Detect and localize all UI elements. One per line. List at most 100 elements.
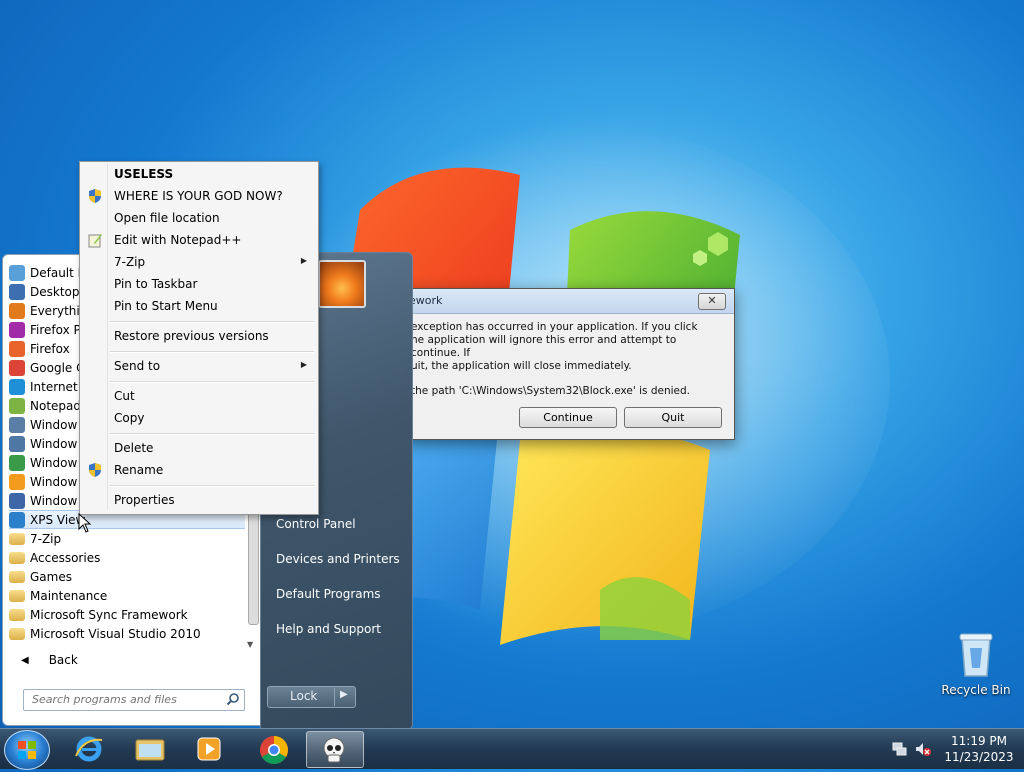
- menu-separator: [110, 351, 314, 353]
- windows-media-player-icon: [9, 473, 25, 490]
- menu-item-label: Copy: [114, 411, 145, 425]
- menu-item-label: Properties: [114, 493, 175, 507]
- taskbar-windows-explorer[interactable]: [122, 731, 178, 766]
- menu-item-label: Pin to Taskbar: [114, 277, 198, 291]
- network-icon[interactable]: [892, 741, 908, 757]
- lock-button[interactable]: Lock ▶: [267, 686, 356, 708]
- dialog-message-line: he application will ignore this error an…: [411, 334, 677, 359]
- menu-item-copy[interactable]: Copy: [82, 407, 315, 429]
- menu-item-cut[interactable]: Cut: [82, 385, 315, 407]
- program-label: Google C: [30, 360, 85, 375]
- menu-item-edit-notepad[interactable]: Edit with Notepad++: [82, 229, 315, 251]
- firefox-profile-icon: [9, 321, 25, 338]
- program-list-item[interactable]: 7-Zip: [9, 529, 245, 548]
- xps-viewer-icon: [9, 511, 25, 528]
- desktop-gadget-icon: [9, 283, 25, 300]
- menu-item-delete[interactable]: Delete: [82, 437, 315, 459]
- dialog-message-line: the path 'C:\Windows\System32\Block.exe'…: [411, 385, 691, 397]
- menu-item-send-to[interactable]: Send to ▶: [82, 355, 315, 377]
- program-label: Default P: [30, 265, 85, 280]
- taskbar-internet-explorer[interactable]: [62, 731, 118, 766]
- search-input[interactable]: [24, 690, 222, 708]
- menu-item-god[interactable]: WHERE IS YOUR GOD NOW?: [82, 185, 315, 207]
- program-list-item[interactable]: Accessories: [9, 548, 245, 567]
- notepad-plus-plus-icon: [88, 234, 102, 248]
- mouse-cursor-icon: [78, 513, 92, 533]
- menu-item-label: Delete: [114, 441, 154, 455]
- menu-item-pin-start[interactable]: Pin to Start Menu: [82, 295, 315, 317]
- clock[interactable]: 11:19 PM 11/23/2023: [936, 733, 1022, 765]
- uac-shield-icon: [89, 189, 101, 203]
- menu-item-restore-versions[interactable]: Restore previous versions: [82, 325, 315, 347]
- program-list-item[interactable]: Maintenance: [9, 586, 245, 605]
- program-label: Firefox: [30, 341, 70, 356]
- program-label: Window: [30, 455, 78, 470]
- program-label: Window: [30, 493, 78, 508]
- taskbar-media-player[interactable]: [182, 731, 238, 766]
- continue-button[interactable]: Continue: [519, 407, 617, 428]
- menu-item-pin-taskbar[interactable]: Pin to Taskbar: [82, 273, 315, 295]
- menu-item-label: USELESS: [114, 167, 174, 181]
- menu-item-7zip[interactable]: 7-Zip ▶: [82, 251, 315, 273]
- start-button[interactable]: [4, 730, 50, 770]
- menu-separator: [110, 321, 314, 323]
- program-label: Accessories: [30, 550, 101, 565]
- system-tray: 11:19 PM 11/23/2023: [884, 729, 1024, 769]
- program-list-item[interactable]: Microsoft Sync Framework: [9, 605, 245, 624]
- dialog-close-button[interactable]: ✕: [698, 293, 726, 310]
- recycle-bin[interactable]: Recycle Bin: [940, 630, 1012, 697]
- program-label: Maintenance: [30, 588, 108, 603]
- folder-icon: [9, 570, 25, 583]
- menu-separator: [110, 433, 314, 435]
- menu-item-label: Rename: [114, 463, 164, 477]
- folder-icon: [9, 608, 25, 621]
- folder-icon: [9, 551, 25, 564]
- recycle-bin-icon: [959, 633, 993, 677]
- taskbar-chrome[interactable]: [246, 731, 302, 766]
- program-label: Window: [30, 474, 78, 489]
- close-icon: ✕: [707, 294, 717, 307]
- volume-muted-icon[interactable]: [914, 741, 932, 757]
- uac-shield-icon: [89, 463, 101, 477]
- dialog-message-line: exception has occurred in your applicati…: [411, 321, 698, 333]
- media-player-icon: [197, 737, 221, 761]
- back-button[interactable]: ◀ Back: [21, 653, 78, 667]
- program-label: Microsoft Visual Studio 2010: [30, 626, 201, 641]
- menu-item-rename[interactable]: Rename: [82, 459, 315, 481]
- firefox-icon: [9, 340, 25, 357]
- dialog-message: exception has occurred in your applicati…: [411, 321, 711, 410]
- dialog-titlebar[interactable]: ework ✕: [407, 289, 734, 314]
- user-picture-avatar[interactable]: [318, 260, 366, 308]
- skull-icon: [323, 737, 345, 763]
- devices-printers-link[interactable]: Devices and Printers: [276, 552, 400, 566]
- chrome-icon: [260, 736, 288, 764]
- menu-item-label: Pin to Start Menu: [114, 299, 218, 313]
- taskbar-skull-app[interactable]: [306, 731, 364, 768]
- search-box[interactable]: [23, 689, 245, 711]
- internet-explorer-icon: [75, 736, 103, 762]
- recycle-bin-label: Recycle Bin: [941, 683, 1011, 697]
- folder-icon: [9, 627, 25, 640]
- dialog-message-line: uit, the application will close immediat…: [411, 360, 632, 372]
- program-list-item[interactable]: Games: [9, 567, 245, 586]
- program-label: Notepad: [30, 398, 81, 413]
- menu-item-open-file-location[interactable]: Open file location: [82, 207, 315, 229]
- shutdown-options-arrow-icon[interactable]: ▶: [340, 689, 348, 700]
- control-panel-link[interactable]: Control Panel: [276, 517, 356, 531]
- clock-date: 11/23/2023: [944, 750, 1014, 764]
- notepad-icon: [9, 397, 25, 414]
- menu-item-useless[interactable]: USELESS: [82, 163, 315, 185]
- submenu-arrow-icon: ▶: [300, 256, 307, 265]
- folder-icon: [135, 739, 165, 761]
- back-arrow-icon: ◀: [21, 654, 29, 666]
- menu-item-label: Restore previous versions: [114, 329, 269, 343]
- program-label: Window: [30, 417, 78, 432]
- scroll-down-arrow-icon[interactable]: ▼: [247, 640, 253, 649]
- default-programs-link[interactable]: Default Programs: [276, 587, 381, 601]
- help-support-link[interactable]: Help and Support: [276, 622, 381, 636]
- menu-item-label: WHERE IS YOUR GOD NOW?: [114, 189, 283, 203]
- quit-button[interactable]: Quit: [624, 407, 722, 428]
- program-list-item[interactable]: Microsoft Visual Studio 2010: [9, 624, 245, 643]
- menu-item-properties[interactable]: Properties: [82, 489, 315, 511]
- lock-label: Lock: [290, 689, 318, 703]
